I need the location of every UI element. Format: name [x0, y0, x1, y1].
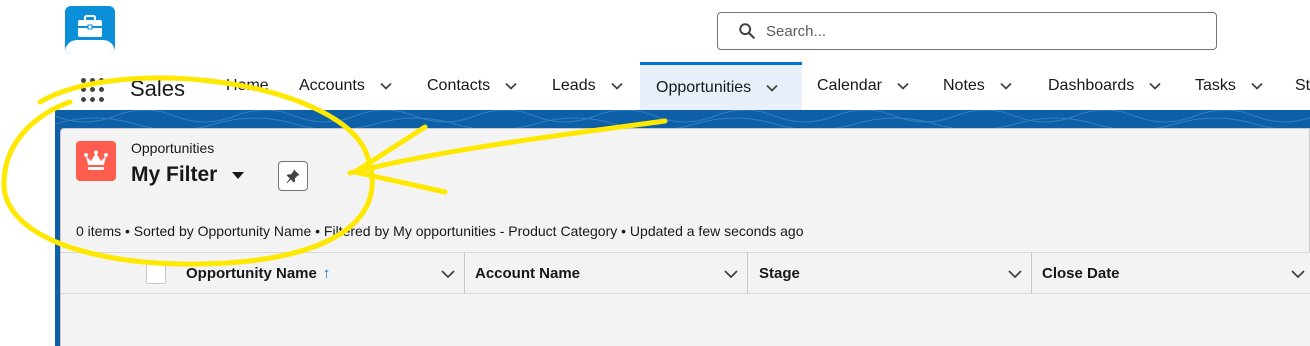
tab-contacts[interactable]: Contacts	[427, 62, 518, 110]
tab-home[interactable]: Home	[226, 62, 269, 110]
list-view-name: My Filter	[131, 163, 218, 186]
tab-label: Contacts	[427, 77, 491, 94]
search-icon	[739, 23, 755, 39]
column-header-opportunity-name[interactable]: Opportunity Name ↑	[186, 252, 330, 294]
chevron-down-icon[interactable]	[1290, 266, 1306, 282]
column-divider[interactable]	[1031, 252, 1032, 294]
table-body-empty	[61, 294, 1310, 346]
column-header-close-date[interactable]: Close Date	[1042, 252, 1120, 294]
caret-down-icon[interactable]	[231, 168, 245, 182]
chevron-down-icon[interactable]	[1007, 266, 1023, 282]
object-label: Opportunities	[131, 140, 215, 156]
tab-truncated[interactable]: St	[1295, 62, 1310, 110]
tab-label: St	[1295, 77, 1310, 94]
chevron-down-icon[interactable]	[896, 79, 910, 93]
app-name: Sales	[130, 76, 186, 101]
chevron-down-icon[interactable]	[440, 266, 456, 282]
column-label: Opportunity Name	[186, 264, 317, 282]
chevron-down-icon[interactable]	[999, 79, 1013, 93]
column-header-account-name[interactable]: Account Name	[475, 252, 580, 294]
chevron-down-icon[interactable]	[610, 79, 624, 93]
tab-label: Dashboards	[1048, 77, 1135, 94]
crown-icon	[76, 141, 116, 181]
list-view-summary: 0 items • Sorted by Opportunity Name • F…	[76, 223, 804, 239]
salesforce-page: Sales Home Accounts Contacts Leads Oppor…	[0, 0, 1310, 346]
tab-tasks[interactable]: Tasks	[1195, 62, 1264, 110]
tab-label: Home	[226, 77, 269, 94]
select-all-checkbox[interactable]	[146, 264, 166, 284]
tab-label: Accounts	[299, 77, 365, 94]
chevron-down-icon[interactable]	[504, 79, 518, 93]
column-label: Account Name	[475, 264, 581, 282]
chevron-down-icon[interactable]	[1250, 79, 1264, 93]
column-divider[interactable]	[464, 252, 465, 294]
tab-dashboards[interactable]: Dashboards	[1048, 62, 1162, 110]
list-view-switcher[interactable]: My Filter	[131, 163, 245, 187]
waffle-icon[interactable]	[81, 78, 109, 102]
tab-opportunities[interactable]: Opportunities	[640, 62, 802, 110]
chevron-down-icon[interactable]	[765, 81, 779, 95]
tab-label: Opportunities	[656, 78, 752, 96]
tab-label: Leads	[552, 77, 596, 94]
tab-calendar[interactable]: Calendar	[817, 62, 910, 110]
tab-label: Calendar	[817, 77, 882, 94]
chevron-down-icon[interactable]	[723, 266, 739, 282]
tab-label: Tasks	[1195, 77, 1236, 94]
tab-leads[interactable]: Leads	[552, 62, 624, 110]
tab-notes[interactable]: Notes	[943, 62, 1013, 110]
column-label: Stage	[759, 264, 800, 282]
tab-accounts[interactable]: Accounts	[299, 62, 393, 110]
briefcase-icon[interactable]	[65, 6, 115, 54]
sort-ascending-icon: ↑	[322, 264, 331, 282]
column-divider[interactable]	[747, 252, 748, 294]
column-label: Close Date	[1042, 264, 1120, 282]
pin-list-view-button[interactable]	[278, 161, 308, 191]
chevron-down-icon[interactable]	[1148, 79, 1162, 93]
tab-label: Notes	[943, 77, 985, 94]
column-header-stage[interactable]: Stage	[759, 252, 800, 294]
global-search[interactable]	[717, 12, 1217, 50]
chevron-down-icon[interactable]	[379, 79, 393, 93]
search-input[interactable]	[766, 22, 1166, 40]
global-nav: Sales Home Accounts Contacts Leads Oppor…	[0, 62, 1310, 110]
pin-icon	[286, 169, 300, 184]
